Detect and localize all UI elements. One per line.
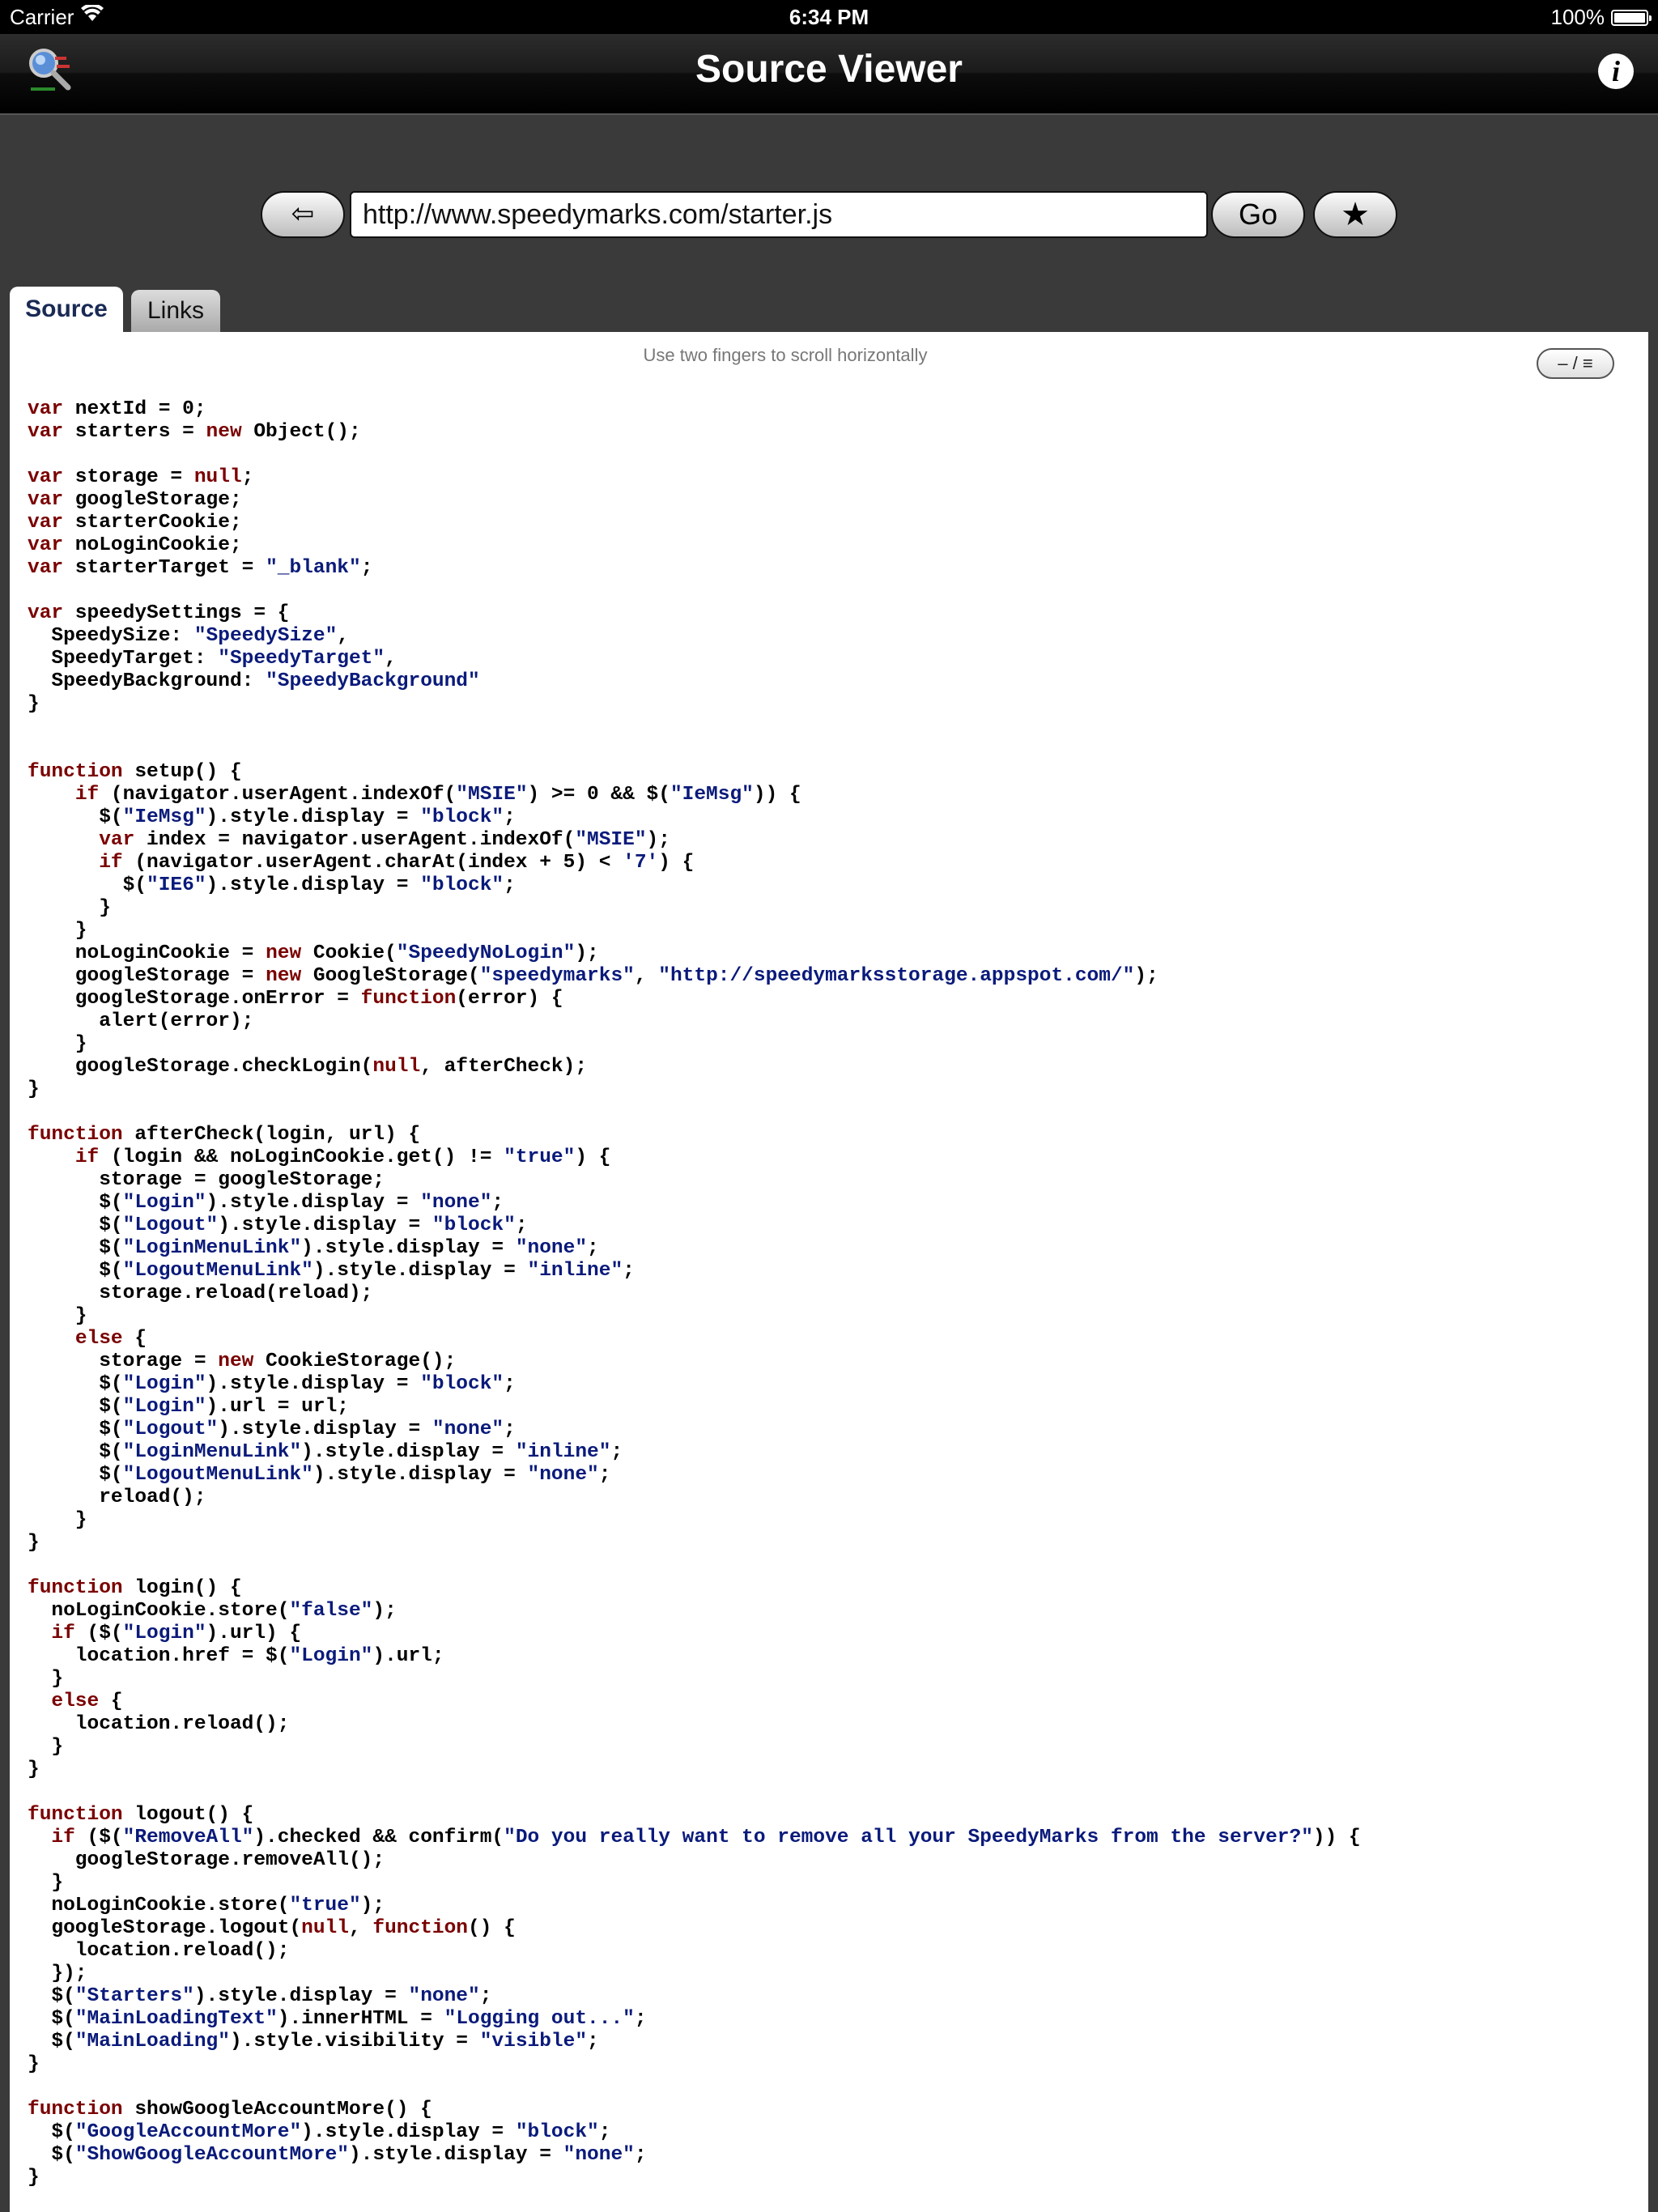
code-line: $("MainLoadingText").innerHTML = "Loggin… <box>28 2008 647 2030</box>
code-line: $("LoginMenuLink").style.display = "none… <box>28 1237 599 1259</box>
code-line: var index = navigator.userAgent.indexOf(… <box>99 829 670 851</box>
code-line: var nextId = 0; <box>28 398 206 420</box>
code-line: $("IE6").style.display = "block"; <box>28 874 516 896</box>
clock: 6:34 PM <box>789 5 869 29</box>
code-line: } <box>28 920 87 942</box>
code-line: location.href = $("Login").url; <box>28 1645 444 1667</box>
code-line: noLoginCookie.store("true"); <box>28 1895 385 1916</box>
back-button[interactable]: ⇦ <box>261 191 345 238</box>
code-line: storage.reload(reload); <box>28 1283 373 1304</box>
code-line: SpeedyBackground: "SpeedyBackground" <box>28 670 480 692</box>
status-bar: Carrier 6:34 PM 100% <box>0 0 1658 34</box>
code-line: $("Logout").style.display = "none"; <box>28 1419 516 1440</box>
page-title: Source Viewer <box>695 48 963 91</box>
code-line: $("LogoutMenuLink").style.display = "non… <box>28 1464 611 1486</box>
code-line: else { <box>51 1691 123 1712</box>
battery-icon <box>1611 9 1652 26</box>
code-line: if ($("RemoveAll").checked && confirm("D… <box>51 1827 1361 1848</box>
code-line: $("LogoutMenuLink").style.display = "inl… <box>28 1260 635 1282</box>
code-line: } <box>28 1668 64 1690</box>
scroll-hint: Use two fingers to scroll horizontally <box>643 345 928 365</box>
favorite-button[interactable]: ★ <box>1313 191 1397 238</box>
code-line: } <box>28 1078 40 1100</box>
code-line: alert(error); <box>28 1010 254 1032</box>
code-line: $("Starters").style.display = "none"; <box>28 1985 492 2007</box>
code-line: function login() { <box>28 1577 242 1599</box>
code-line: var starterTarget = "_blank"; <box>28 557 373 579</box>
code-line: $("IeMsg").style.display = "block"; <box>28 806 516 828</box>
code-line: noLoginCookie.store("false"); <box>28 1600 397 1622</box>
code-line: else { <box>74 1328 147 1350</box>
code-line: SpeedySize: "SpeedySize", <box>28 625 349 647</box>
code-line: function afterCheck(login, url) { <box>28 1124 421 1146</box>
code-line: var starterCookie; <box>28 512 242 534</box>
code-line: googleStorage.logout(null, function() { <box>28 1917 516 1939</box>
code-line: $("LoginMenuLink").style.display = "inli… <box>28 1441 623 1463</box>
code-line: storage = new CookieStorage(); <box>28 1351 457 1372</box>
url-toolbar: ⇦ http://www.speedymarks.com/starter.js … <box>0 113 1658 291</box>
battery-percent: 100% <box>1550 5 1605 29</box>
navigation-bar: Source Viewer i <box>0 34 1658 115</box>
go-button[interactable]: Go <box>1211 191 1305 238</box>
code-line: $("MainLoading").style.visibility = "vis… <box>28 2031 599 2052</box>
tab-links[interactable]: Links <box>131 290 220 332</box>
code-line: $("Login").style.display = "none"; <box>28 1192 504 1214</box>
code-line: } <box>28 897 111 919</box>
code-line: function setup() { <box>28 761 242 783</box>
code-line: } <box>28 1532 40 1554</box>
code-line: var storage = null; <box>28 466 254 488</box>
code-line: var googleStorage; <box>28 489 242 511</box>
code-line: var speedySettings = { <box>28 602 290 624</box>
code-line: googleStorage = new GoogleStorage("speed… <box>28 965 1158 987</box>
code-line: }); <box>28 1963 87 1984</box>
code-line: googleStorage.checkLogin(null, afterChec… <box>28 1056 588 1078</box>
code-line: googleStorage.removeAll(); <box>28 1849 385 1871</box>
code-line: if (navigator.userAgent.charAt(index + 5… <box>99 852 695 874</box>
url-input[interactable]: http://www.speedymarks.com/starter.js <box>350 191 1208 238</box>
code-line: } <box>28 1759 40 1780</box>
battery-status: 100% <box>1550 5 1652 30</box>
code-line: location.reload(); <box>28 1940 290 1962</box>
code-line: location.reload(); <box>28 1713 290 1735</box>
info-button[interactable]: i <box>1598 53 1634 89</box>
code-line: if (login && noLoginCookie.get() != "tru… <box>74 1146 611 1168</box>
code-line: var noLoginCookie; <box>28 534 242 556</box>
source-panel: Use two fingers to scroll horizontally –… <box>10 332 1648 2212</box>
code-line: var starters = new Object(); <box>28 421 361 443</box>
code-line: storage = googleStorage; <box>28 1169 385 1191</box>
code-line: if (navigator.userAgent.indexOf("MSIE") … <box>74 784 801 806</box>
code-line: $("Logout").style.display = "block"; <box>28 1214 528 1236</box>
code-line: } <box>28 2053 40 2075</box>
code-line: $("Login").style.display = "block"; <box>28 1373 516 1395</box>
tab-source[interactable]: Source <box>10 287 123 332</box>
code-line: } <box>28 1736 64 1758</box>
code-line: $("Login").url = url; <box>28 1396 349 1418</box>
code-line: noLoginCookie = new Cookie("SpeedyNoLogi… <box>28 942 599 964</box>
code-line: } <box>28 693 40 715</box>
code-line: SpeedyTarget: "SpeedyTarget", <box>28 648 397 670</box>
code-line: } <box>28 1872 64 1894</box>
code-line: } <box>28 1033 87 1055</box>
code-line: reload(); <box>28 1487 206 1508</box>
code-line: } <box>28 2167 40 2189</box>
code-line: if ($("Login").url) { <box>51 1623 302 1644</box>
wrap-toggle-button[interactable]: – / ≡ <box>1537 348 1614 379</box>
code-line: $("ShowGoogleAccountMore").style.display… <box>28 2144 647 2166</box>
code-line: googleStorage.onError = function(error) … <box>28 988 563 1010</box>
code-line: function showGoogleAccountMore() { <box>28 2099 432 2121</box>
source-code: var nextId = 0; var starters = new Objec… <box>28 398 1361 2189</box>
code-line: } <box>28 1305 87 1327</box>
code-line: } <box>28 1509 87 1531</box>
code-line: function logout() { <box>28 1804 254 1826</box>
code-line: $("GoogleAccountMore").style.display = "… <box>28 2121 611 2143</box>
